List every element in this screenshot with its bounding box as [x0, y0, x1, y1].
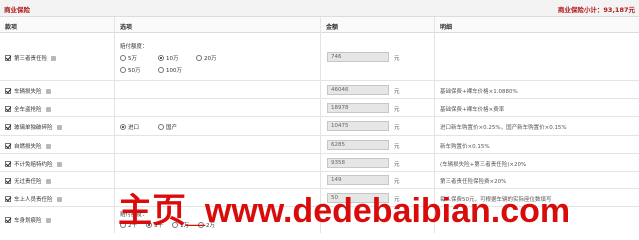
detail-text: 基础保费+裸车价格×费率 [440, 107, 505, 113]
unit-label: 元 [394, 89, 400, 95]
amount-field[interactable]: 9358 [327, 158, 389, 168]
radio-circle-icon [120, 67, 126, 73]
help-icon[interactable] [45, 106, 51, 112]
subtotal: 商业保险小计：93,187元 [557, 6, 635, 14]
row-name: 车辆损失险 [14, 89, 42, 95]
row-name: 全车盗抢险 [14, 107, 42, 113]
radio-circle-icon [196, 55, 202, 61]
vehicle-damage-checkbox[interactable] [5, 88, 11, 94]
radio-option[interactable]: 5万 [120, 54, 137, 62]
section-header: 商业保险 商业保险小计：93,187元 [0, 0, 639, 17]
radio-option[interactable]: 100万 [158, 66, 182, 74]
radio-circle-icon [120, 55, 126, 61]
unit-label: 元 [394, 125, 400, 131]
help-icon[interactable] [45, 88, 51, 94]
amount-field[interactable]: 10475 [327, 121, 389, 131]
amount-field[interactable]: 746 [327, 52, 389, 62]
amount-field[interactable]: 46046 [327, 85, 389, 95]
table-row: 自燃损失险 6285 元 新车购置价×0.15% [0, 136, 639, 154]
col-option: 选项 [120, 24, 133, 31]
glass-checkbox[interactable] [5, 124, 11, 130]
help-icon[interactable] [45, 217, 51, 223]
section-title: 商业保险 [4, 6, 30, 14]
amount-field[interactable]: 6285 [327, 140, 389, 150]
help-icon[interactable] [45, 143, 51, 149]
col-amount: 金额 [326, 24, 339, 31]
coverage-label: 赔付额度： [120, 44, 148, 50]
help-icon[interactable] [56, 161, 62, 167]
radio-option[interactable]: 10万 [158, 54, 179, 62]
third-party-checkbox[interactable] [5, 55, 11, 61]
radio-selected-icon [120, 124, 126, 130]
table-row: 车辆损失险 46046 元 基础保费+裸车价格×1.0880% [0, 81, 639, 99]
help-icon[interactable] [56, 196, 62, 202]
unit-label: 元 [394, 162, 400, 168]
radio-option[interactable]: 20万 [196, 54, 217, 62]
detail-text: 新车购置价×0.15% [440, 144, 490, 150]
deductible-checkbox[interactable] [5, 161, 11, 167]
detail-text: 进口新车购置价×0.25%，国产新车购置价×0.15% [440, 125, 567, 131]
col-item: 款项 [5, 24, 18, 31]
row-name: 第三者责任险 [14, 56, 48, 62]
subtotal-value: 93,187元 [603, 6, 635, 14]
scratch-checkbox[interactable] [5, 217, 11, 223]
unit-label: 元 [394, 56, 400, 62]
watermark: 主页_www.dedebaibian.com [118, 192, 571, 230]
radio-circle-icon [158, 124, 164, 130]
table-row: 玻璃单独破碎险 进口 国产 10475 元 进口新车购置价×0.25%，国产新车… [0, 117, 639, 136]
row-name: 无过责任险 [14, 179, 42, 185]
radio-option[interactable]: 50万 [120, 66, 141, 74]
no-fault-checkbox[interactable] [5, 178, 11, 184]
theft-checkbox[interactable] [5, 106, 11, 112]
amount-field[interactable]: 18978 [327, 103, 389, 113]
radio-option[interactable]: 进口 [120, 123, 139, 131]
detail-text: (车辆损失险+第三者责任险)×20% [440, 162, 527, 168]
radio-selected-icon [158, 55, 164, 61]
unit-label: 元 [394, 144, 400, 150]
passenger-checkbox[interactable] [5, 196, 11, 202]
help-icon[interactable] [56, 124, 62, 130]
help-icon[interactable] [51, 55, 57, 61]
self-ignition-checkbox[interactable] [5, 143, 11, 149]
table-row: 第三者责任险 赔付额度： 5万 10万 20万 50万 100万 746 元 [0, 33, 639, 81]
row-name: 车上人员责任险 [14, 197, 53, 203]
row-name: 玻璃单独破碎险 [14, 125, 53, 131]
detail-text: 基础保费+裸车价格×1.0880% [440, 89, 518, 95]
radio-option[interactable]: 国产 [158, 123, 177, 131]
row-name: 车身划痕险 [14, 218, 42, 224]
help-icon[interactable] [45, 178, 51, 184]
row-name: 自燃损失险 [14, 144, 42, 150]
col-detail: 明细 [440, 24, 453, 31]
row-name: 不计免赔特约险 [14, 162, 53, 168]
table-row: 不计免赔特约险 9358 元 (车辆损失险+第三者责任险)×20% [0, 154, 639, 172]
unit-label: 元 [394, 107, 400, 113]
radio-circle-icon [158, 67, 164, 73]
table-row: 全车盗抢险 18978 元 基础保费+裸车价格×费率 [0, 99, 639, 117]
